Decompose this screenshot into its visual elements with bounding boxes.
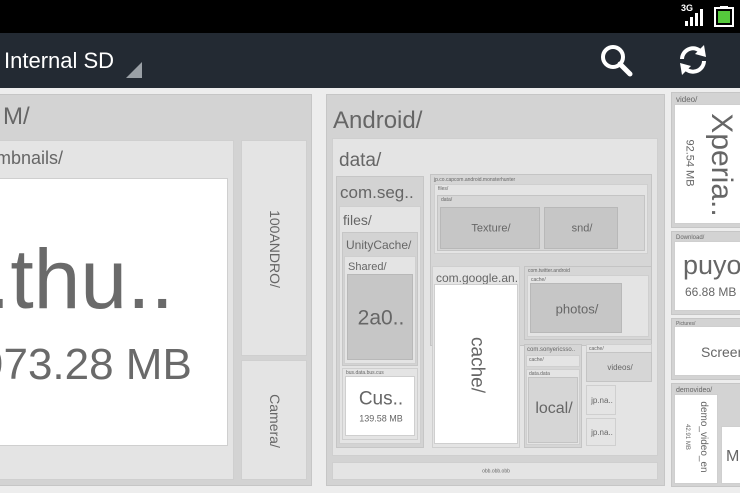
folder-100andro[interactable]: 100ANDRO/	[241, 140, 307, 356]
battery-icon	[714, 6, 734, 27]
file-size: 42.91 MB	[684, 424, 690, 450]
file-thumb-data[interactable]: .thu.. 973.28 MB	[0, 178, 228, 446]
folder-label: jp.co.capcom.android.monsterhunter	[434, 177, 516, 183]
folder-label: demovideo/	[676, 387, 713, 394]
storage-selector[interactable]: Internal SD	[4, 48, 114, 74]
folder-label: obb.obb.obb	[482, 468, 510, 475]
file-puyo[interactable]: puyo.. 66.88 MB	[674, 241, 740, 311]
folder-label: com.seg..	[340, 183, 414, 202]
folder-label: data/	[441, 197, 453, 203]
file-size: 92.54 MB	[683, 139, 696, 187]
folder-google-cache[interactable]: cache/	[434, 284, 518, 444]
file-name: Xperia..	[705, 113, 738, 217]
folder-label: data/	[339, 150, 382, 171]
file-name: puyo..	[683, 250, 740, 280]
refresh-icon[interactable]	[675, 42, 711, 78]
file-name: Screen	[701, 344, 740, 360]
file-name: 2a0..	[357, 306, 405, 330]
folder-label: UnityCache/	[346, 238, 412, 252]
folder-label: mbnails/	[0, 148, 64, 168]
file-cus[interactable]: Cus.. 139.58 MB	[345, 376, 415, 436]
folder-videos[interactable]: videos/	[586, 352, 652, 382]
folder-label: 100ANDRO/	[267, 210, 283, 288]
search-icon[interactable]	[598, 42, 634, 78]
file-size: 973.28 MB	[0, 340, 192, 389]
file-2a0[interactable]: 2a0..	[347, 274, 413, 360]
file-size: 66.88 MB	[685, 285, 737, 299]
folder-jp-na-1[interactable]: jp.na..	[586, 385, 616, 415]
folder-label: snd/	[571, 222, 593, 235]
folder-label: videos/	[607, 363, 633, 372]
folder-snd[interactable]: snd/	[544, 207, 618, 249]
folder-label: cache/	[466, 337, 488, 393]
folder-label: video/	[676, 95, 698, 104]
folder-label: local/	[535, 400, 573, 417]
signal-bars-icon	[685, 9, 703, 26]
file-name: .thu..	[0, 232, 174, 326]
folder-photos[interactable]: photos/	[530, 283, 622, 333]
folder-label: M/	[3, 103, 30, 130]
file-size: 139.58 MB	[359, 413, 403, 424]
status-bar: 3G	[0, 0, 740, 33]
file-name: demo_video_en	[698, 401, 709, 473]
folder-label: photos/	[555, 301, 599, 317]
folder-camera[interactable]: Camera/	[241, 360, 307, 480]
folder-label: Camera/	[267, 394, 283, 448]
folder-sony-cache[interactable]: cache/	[526, 355, 580, 367]
folder-jp-na-2[interactable]: jp.na..	[586, 418, 616, 446]
folder-label: files/	[438, 186, 449, 192]
folder-label: cache/	[529, 357, 544, 363]
folder-label: com.sonyericsso..	[527, 347, 576, 353]
file-m[interactable]: M	[721, 426, 740, 484]
spinner-triangle-icon[interactable]	[126, 62, 142, 78]
folder-label: Android/	[333, 107, 423, 134]
folder-label: Texture/	[471, 222, 511, 235]
folder-label: Shared/	[348, 261, 387, 273]
screen: 3G Internal SD M/ mbnails/ .thu.. 973.28…	[0, 0, 740, 493]
file-name: M	[726, 448, 740, 465]
folder-local[interactable]: local/	[528, 377, 578, 443]
file-xperia[interactable]: Xperia.. 92.54 MB	[674, 104, 740, 224]
folder-texture[interactable]: Texture/	[440, 207, 540, 249]
treemap: M/ mbnails/ .thu.. 973.28 MB 100ANDRO/ C…	[0, 88, 740, 493]
file-name: Cus..	[358, 388, 404, 410]
folder-label: files/	[343, 212, 372, 228]
file-demo-video[interactable]: demo_video_en 42.91 MB	[674, 394, 718, 484]
folder-label: com.google.an..	[436, 271, 520, 285]
file-screen[interactable]: Screen	[674, 326, 740, 376]
folder-label: com.twitter.android	[528, 268, 570, 274]
folder-obb[interactable]: obb.obb.obb	[332, 462, 658, 480]
folder-label: jp.na..	[591, 396, 613, 405]
folder-label: jp.na..	[591, 428, 613, 437]
